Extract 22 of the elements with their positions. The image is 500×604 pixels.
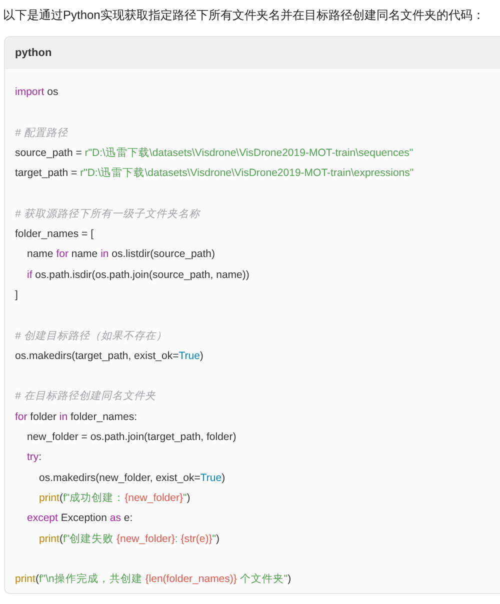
- code-line: folder_names = [: [15, 227, 94, 242]
- code-line: os.makedirs(target_path, exist_ok=True): [15, 348, 204, 364]
- code-line: target_path = r"D:\迅雷下载\datasets\Visdrone\VisDrone2019-MOT-train\expressions": [15, 166, 414, 182]
- code-line: except Exception as e:: [27, 511, 133, 526]
- code-line: if os.path.isdir(os.path.join(source_path, name)): [27, 268, 250, 283]
- code-line: new_folder = os.path.join(target_path, folder): [27, 430, 236, 446]
- code-line: # 在目标路径创建同名文件夹: [15, 389, 156, 404]
- code-line: # 创建目标路径（如果不存在）: [15, 328, 167, 344]
- intro-text: 以下是通过Python实现获取指定路径下所有文件夹名并在目标路径创建同名文件夹的代码：: [2, 7, 486, 24]
- code-line: print(f"\n操作完成，共创建 {len(folder_names)} 个文件夹"): [15, 572, 292, 588]
- code-line: print(f"创建失败 {new_folder}: {str(e)}"): [39, 532, 220, 547]
- language-label: python: [15, 47, 52, 59]
- code-line: # 获取源路径下所有一级子文件夹名称: [15, 206, 200, 222]
- code-line: for folder in folder_names:: [15, 410, 138, 425]
- code-line: try:: [27, 450, 42, 466]
- code-line: name for name in os.listdir(source_path): [27, 247, 215, 262]
- code-line: # 配置路径: [15, 126, 68, 141]
- code-line: os.makedirs(new_folder, exist_ok=True): [39, 470, 226, 486]
- code-line: print(f"成功创建：{new_folder}"): [39, 490, 190, 506]
- code-line: import os: [15, 85, 58, 100]
- code-line: ]: [15, 288, 18, 303]
- code-line: source_path = r"D:\迅雷下载\datasets\Visdrone\VisDrone2019-MOT-train\sequences": [15, 146, 414, 161]
